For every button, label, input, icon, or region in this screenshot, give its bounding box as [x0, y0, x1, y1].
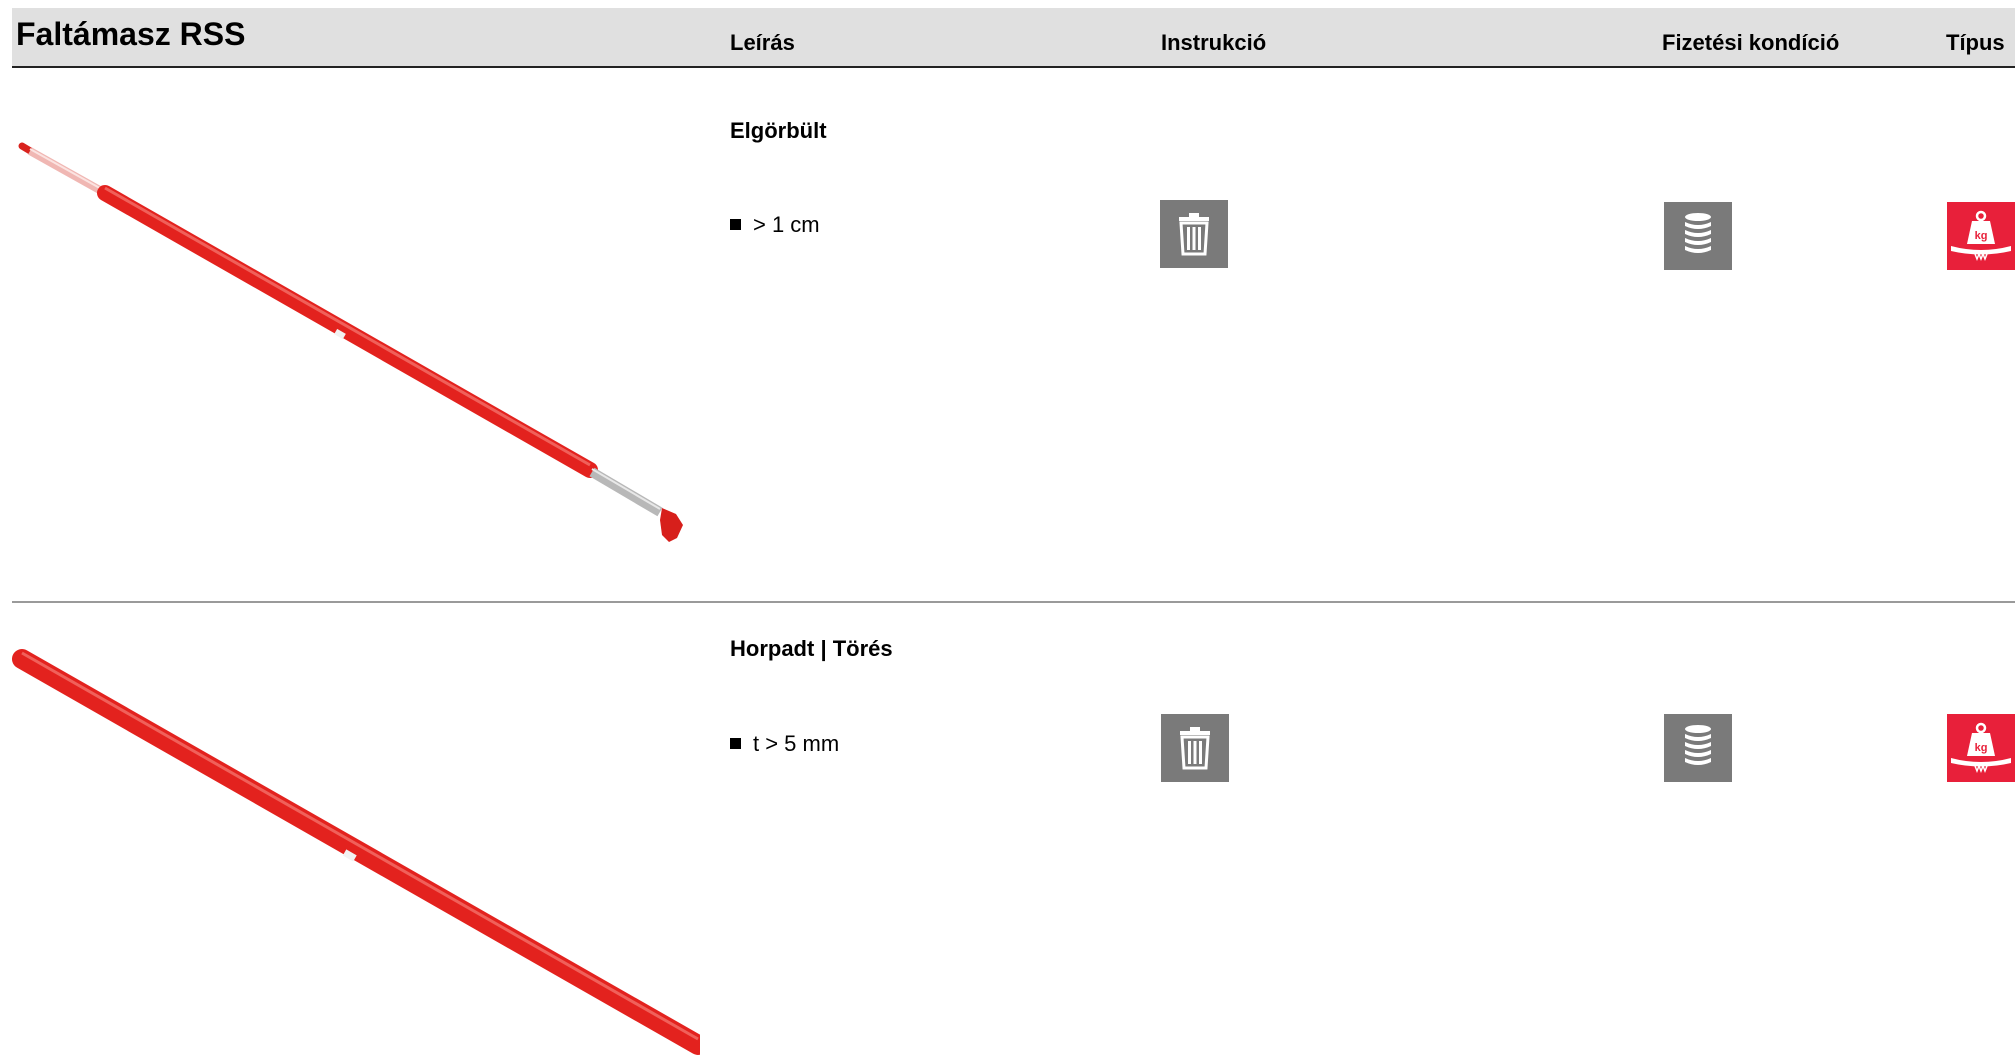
- weight-kg-icon: kg: [1947, 714, 2015, 782]
- weight-kg-icon: kg: [1947, 202, 2015, 270]
- page-title: Faltámasz RSS: [16, 16, 246, 52]
- trash-icon: [1161, 714, 1229, 782]
- row-title: Horpadt | Törés: [730, 636, 893, 661]
- kg-label: kg: [1975, 742, 1988, 754]
- coin-stack-icon: [1664, 202, 1732, 270]
- column-header-description: Leírás: [730, 30, 795, 55]
- column-header-instruction: Instrukció: [1161, 30, 1267, 55]
- kg-label: kg: [1975, 230, 1988, 242]
- table-header: Faltámasz RSS Leírás Instrukció Fizetési…: [12, 8, 2015, 68]
- coin-stack-icon: [1664, 714, 1732, 782]
- wall-prop-image: [12, 649, 700, 1055]
- column-header-type: Típus: [1946, 30, 2005, 55]
- column-header-payment: Fizetési kondíció: [1662, 30, 1840, 55]
- criterion-item: > 1 cm: [730, 212, 820, 238]
- bullet-square-icon: [730, 738, 741, 749]
- wall-prop-image: [18, 142, 683, 542]
- trash-icon: [1160, 200, 1228, 268]
- criterion-text: t > 5 mm: [753, 731, 840, 756]
- criterion-item: t > 5 mm: [730, 731, 839, 757]
- row-title: Elgörbült: [730, 118, 827, 143]
- row-divider: [12, 601, 2015, 603]
- page: Faltámasz RSS Leírás Instrukció Fizetési…: [0, 0, 2015, 1056]
- bullet-square-icon: [730, 219, 741, 230]
- criterion-text: > 1 cm: [753, 212, 820, 237]
